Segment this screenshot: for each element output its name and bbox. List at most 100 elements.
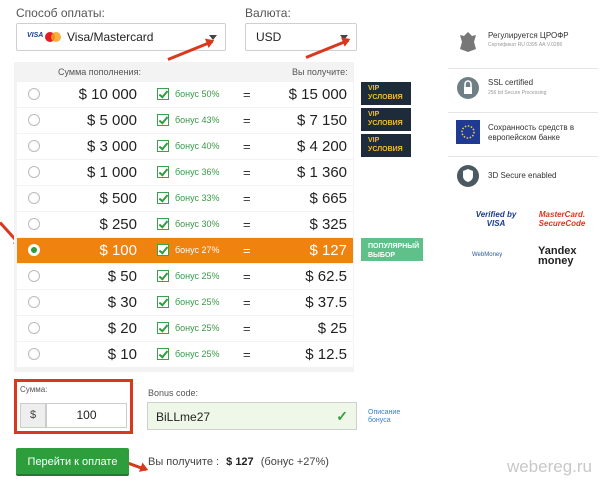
radio-button[interactable] [28, 270, 40, 282]
radio-button-selected[interactable] [28, 244, 40, 256]
currency-label: Валюта: [245, 6, 291, 20]
amount-row-100-selected[interactable]: $ 100 бонус 27% = $ 127 ПОПУЛЯРНЫЙ ВЫБОР [17, 238, 423, 263]
receive-value: $ 127 [309, 242, 347, 259]
coat-of-arms-icon [460, 32, 476, 52]
amount-value: $ 1 000 [86, 164, 137, 181]
verified-by-visa-logo: Verified by VISA [475, 210, 517, 228]
amount-value: $ 5 000 [86, 112, 137, 129]
summary-value: $ 127 [226, 456, 254, 468]
equals-sign: = [243, 243, 251, 258]
equals-sign: = [243, 217, 251, 232]
divider [448, 112, 598, 113]
radio-button[interactable] [28, 166, 40, 178]
amount-row-20[interactable]: $ 20 бонус 25% = $ 25 [17, 316, 353, 341]
bonus-text: бонус 27% [175, 245, 220, 255]
checkbox-icon [157, 140, 169, 152]
amount-value: $ 50 [107, 268, 137, 285]
amount-options-list: $ 10 000 бонус 50% = $ 15 000 VIP УСЛОВИ… [17, 82, 423, 368]
equals-sign: = [243, 191, 251, 206]
proceed-to-payment-button[interactable]: Перейти к оплате [16, 448, 129, 476]
regulated-title: Регулируется ЦРОФР [488, 31, 569, 40]
amount-value: $ 20 [107, 320, 137, 337]
amount-row-5000[interactable]: $ 5 000 бонус 43% = $ 7 150 VIP УСЛОВИЯ [17, 108, 411, 133]
lock-icon [457, 77, 479, 99]
equals-sign: = [243, 87, 251, 102]
amount-value: $ 100 [99, 242, 137, 259]
receive-value: $ 1 360 [296, 164, 347, 181]
receive-value: $ 665 [309, 190, 347, 207]
vip-badge-label: VIP УСЛОВИЯ [368, 137, 403, 153]
checkbox-icon [157, 114, 169, 126]
amount-value: $ 30 [107, 294, 137, 311]
receive-value: $ 325 [309, 216, 347, 233]
radio-button[interactable] [28, 218, 40, 230]
sum-input[interactable]: 100 [46, 403, 127, 428]
summary-text: Вы получите : $ 127 (бонус +27%) [148, 456, 329, 468]
equals-sign: = [243, 139, 251, 154]
radio-button[interactable] [28, 296, 40, 308]
checkbox-icon [157, 348, 169, 360]
receive-value: $ 15 000 [288, 86, 347, 103]
radio-button[interactable] [28, 140, 40, 152]
column-receive-header: Вы получите: [292, 67, 348, 77]
bonus-description-link[interactable]: Описание бонуса [368, 409, 412, 425]
amount-row-10000[interactable]: $ 10 000 бонус 50% = $ 15 000 VIP УСЛОВИ… [17, 82, 411, 107]
visa-mastercard-icon: VISA [27, 30, 61, 44]
radio-button[interactable] [28, 348, 40, 360]
check-icon: ✓ [336, 408, 348, 424]
receive-value: $ 12.5 [305, 346, 347, 363]
trust-item-regulated: Регулируется ЦРОФР Сертификат RU 0395 АА… [448, 22, 598, 68]
currency-prefix: $ [20, 403, 46, 428]
amount-row-10[interactable]: $ 10 бонус 25% = $ 12.5 [17, 342, 353, 367]
radio-button[interactable] [28, 88, 40, 100]
vip-badge: VIP УСЛОВИЯ [361, 134, 411, 157]
yandex-money-logo: Yandex money [538, 245, 577, 267]
receive-value: $ 4 200 [296, 138, 347, 155]
equals-sign: = [243, 321, 251, 336]
equals-sign: = [243, 165, 251, 180]
bonus-text: бонус 33% [175, 193, 220, 203]
amount-value: $ 10 [107, 346, 137, 363]
equals-sign: = [243, 269, 251, 284]
mastercard-securecode-logo: MasterCard. SecureCode [538, 210, 586, 228]
bonus-text: бонус 25% [175, 297, 220, 307]
currency-value: USD [256, 30, 282, 44]
radio-button[interactable] [28, 114, 40, 126]
trust-item-3d-secure: 3D Secure enabled [448, 156, 598, 198]
checkbox-icon [157, 192, 169, 204]
amount-value: $ 250 [99, 216, 137, 233]
bonus-text: бонус 25% [175, 323, 220, 333]
divider [448, 68, 598, 69]
bonus-code-label: Bonus code: [148, 388, 199, 398]
bonus-code-value: BiLLme27 [156, 410, 211, 424]
receive-value: $ 25 [317, 320, 347, 337]
receive-value: $ 7 150 [296, 112, 347, 129]
amount-value: $ 3 000 [86, 138, 137, 155]
bonus-text: бонус 50% [175, 89, 220, 99]
equals-sign: = [243, 295, 251, 310]
amount-row-1000[interactable]: $ 1 000 бонус 36% = $ 1 360 [17, 160, 353, 185]
amount-value: $ 10 000 [78, 86, 137, 103]
radio-button[interactable] [28, 192, 40, 204]
checkbox-icon [157, 322, 169, 334]
checkbox-icon [157, 270, 169, 282]
sum-label: Сумма: [20, 385, 48, 394]
bonus-code-input[interactable]: BiLLme27 ✓ [147, 402, 357, 430]
amount-row-500[interactable]: $ 500 бонус 33% = $ 665 [17, 186, 353, 211]
amount-row-3000[interactable]: $ 3 000 бонус 40% = $ 4 200 VIP УСЛОВИЯ [17, 134, 411, 159]
amount-row-50[interactable]: $ 50 бонус 25% = $ 62.5 [17, 264, 353, 289]
radio-button[interactable] [28, 322, 40, 334]
trust-item-ssl: SSL certified 256 bit Secure Processing [448, 68, 598, 116]
bonus-text: бонус 43% [175, 115, 220, 125]
trust-item-eu-bank: Сохранность средств в европейском банке [448, 112, 598, 160]
amount-row-250[interactable]: $ 250 бонус 30% = $ 325 [17, 212, 353, 237]
payment-method-label: Способ оплаты: [16, 6, 105, 20]
bonus-text: бонус 40% [175, 141, 220, 151]
shield-icon [457, 165, 479, 187]
checkbox-icon [157, 218, 169, 230]
ssl-sub: 256 bit Secure Processing [488, 90, 547, 96]
popular-badge: ПОПУЛЯРНЫЙ ВЫБОР [361, 238, 423, 261]
sum-field-group: Сумма: $ 100 [14, 379, 133, 434]
amount-row-30[interactable]: $ 30 бонус 25% = $ 37.5 [17, 290, 353, 315]
ssl-title: SSL certified [488, 78, 534, 87]
